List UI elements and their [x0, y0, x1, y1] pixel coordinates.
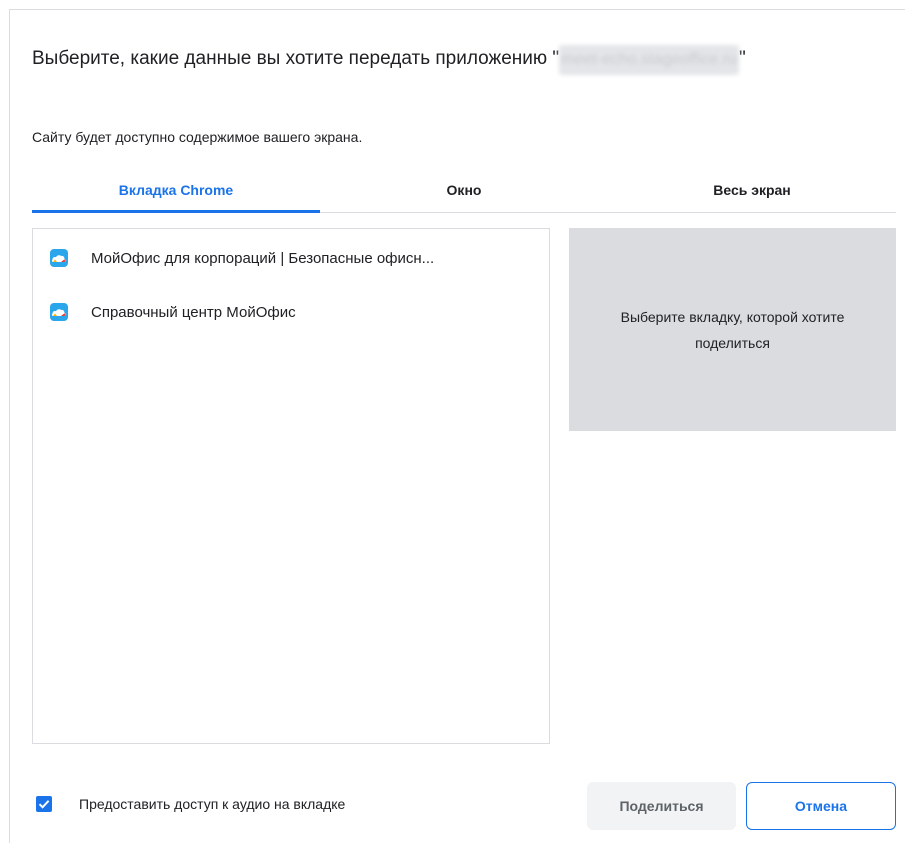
audio-share-option: Предоставить доступ к аудио на вкладке — [36, 796, 345, 812]
tab-window[interactable]: Окно — [320, 170, 608, 212]
preview-area: Выберите вкладку, которой хотите поделит… — [569, 228, 896, 431]
dialog-title: Выберите, какие данные вы хотите передат… — [32, 44, 752, 75]
source-tabs: Вкладка Chrome Окно Весь экран — [32, 170, 896, 213]
myoffice-cloud-icon — [50, 303, 68, 321]
audio-checkbox[interactable] — [36, 796, 52, 812]
list-item-label: МойОфис для корпораций | Безопасные офис… — [91, 249, 435, 267]
tab-chrome-tab[interactable]: Вкладка Chrome — [32, 170, 320, 213]
share-button[interactable]: Поделиться — [587, 782, 736, 830]
tab-entire-screen[interactable]: Весь экран — [608, 170, 896, 212]
blurred-origin: meet-echo.stageoffice.ru — [559, 45, 739, 75]
checkmark-icon — [38, 800, 50, 809]
list-item-label: Справочный центр МойОфис — [91, 303, 296, 321]
audio-checkbox-label: Предоставить доступ к аудио на вкладке — [79, 796, 346, 812]
dialog-title-prefix: Выберите, какие данные вы хотите передат… — [32, 48, 560, 69]
share-screen-dialog: Выберите, какие данные вы хотите передат… — [9, 9, 905, 843]
list-item[interactable]: Справочный центр МойОфис — [33, 285, 549, 339]
list-item[interactable]: МойОфис для корпораций | Безопасные офис… — [33, 231, 549, 285]
dialog-title-suffix: " — [738, 48, 746, 69]
chrome-tab-list: МойОфис для корпораций | Безопасные офис… — [32, 228, 550, 744]
dialog-subtitle: Сайту будет доступно содержимое вашего э… — [32, 129, 363, 145]
cancel-button[interactable]: Отмена — [746, 782, 896, 830]
myoffice-cloud-icon — [50, 249, 68, 267]
preview-placeholder: Выберите вкладку, которой хотите поделит… — [620, 308, 845, 351]
